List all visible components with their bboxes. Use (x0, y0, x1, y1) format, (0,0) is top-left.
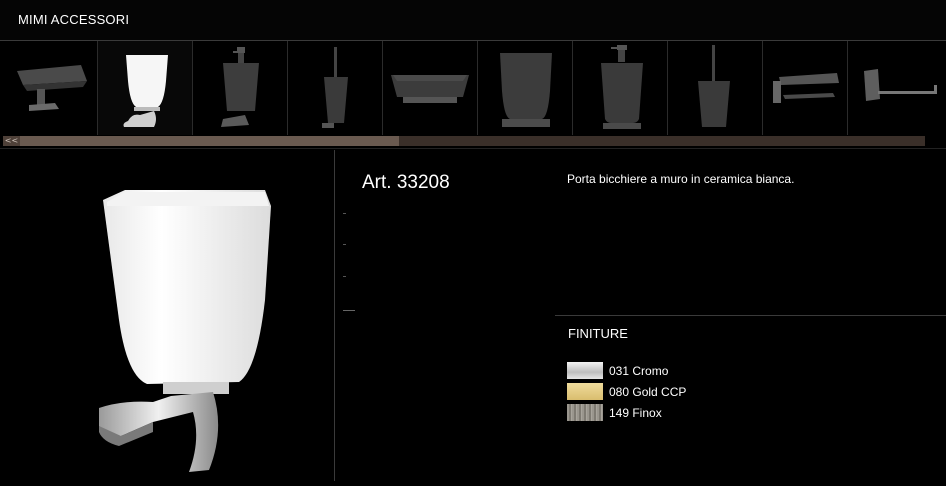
soap-dish-image (17, 65, 87, 111)
thumbnail-paper-holder-covered[interactable] (763, 41, 848, 135)
bullet-mark (343, 213, 346, 214)
scrollbar-thumb[interactable] (3, 136, 399, 146)
thumbnail-paper-holder[interactable] (848, 41, 943, 135)
article-number: Art. 33208 (362, 172, 450, 193)
short-divider (343, 310, 355, 311)
vertical-divider (334, 150, 335, 481)
finish-swatch[interactable] (567, 404, 603, 421)
product-image (3, 150, 334, 481)
finish-label: 080 Gold CCP (609, 385, 687, 399)
toilet-brush-image (322, 47, 348, 128)
toilet-brush-standing-image (698, 45, 730, 127)
finish-swatch[interactable] (567, 383, 603, 400)
tumbler-holder-large-image (99, 190, 271, 472)
thumbnail-scrollbar[interactable] (3, 136, 925, 146)
thumbnail-tumbler-holder[interactable] (98, 41, 193, 135)
thumbnail-strip (3, 41, 943, 135)
finishes-title: FINITURE (568, 326, 628, 341)
thumbnail-soap-dish-standing[interactable] (383, 41, 478, 135)
tumbler-standing-image (500, 53, 552, 127)
bullet-mark (343, 244, 346, 245)
thumbnail-toilet-brush-standing[interactable] (668, 41, 763, 135)
soap-dish-standing-image (391, 75, 469, 103)
scroll-left-button[interactable]: << (3, 136, 20, 146)
collection-title: MIMI ACCESSORI (18, 12, 130, 27)
content-divider (0, 148, 946, 149)
thumbnail-soap-dispenser[interactable] (193, 41, 288, 135)
thumbnail-toilet-brush[interactable] (288, 41, 383, 135)
paper-holder-image (864, 69, 937, 101)
finishes-divider (555, 315, 946, 316)
bullet-mark (343, 276, 346, 277)
product-description: Porta bicchiere a muro in ceramica bianc… (567, 172, 795, 186)
header-bar: MIMI ACCESSORI (0, 0, 946, 40)
thumbnail-tumbler-standing[interactable] (478, 41, 573, 135)
finish-swatch[interactable] (567, 362, 603, 379)
thumbnail-soap-dispenser-standing[interactable] (573, 41, 668, 135)
paper-holder-covered-image (773, 73, 839, 103)
thumbnail-soap-dish[interactable] (3, 41, 98, 135)
finish-label: 149 Finox (609, 406, 662, 420)
soap-dispenser-standing-image (601, 45, 643, 129)
finish-label: 031 Cromo (609, 364, 669, 378)
soap-dispenser-image (221, 47, 259, 127)
tumbler-holder-image (123, 55, 168, 127)
